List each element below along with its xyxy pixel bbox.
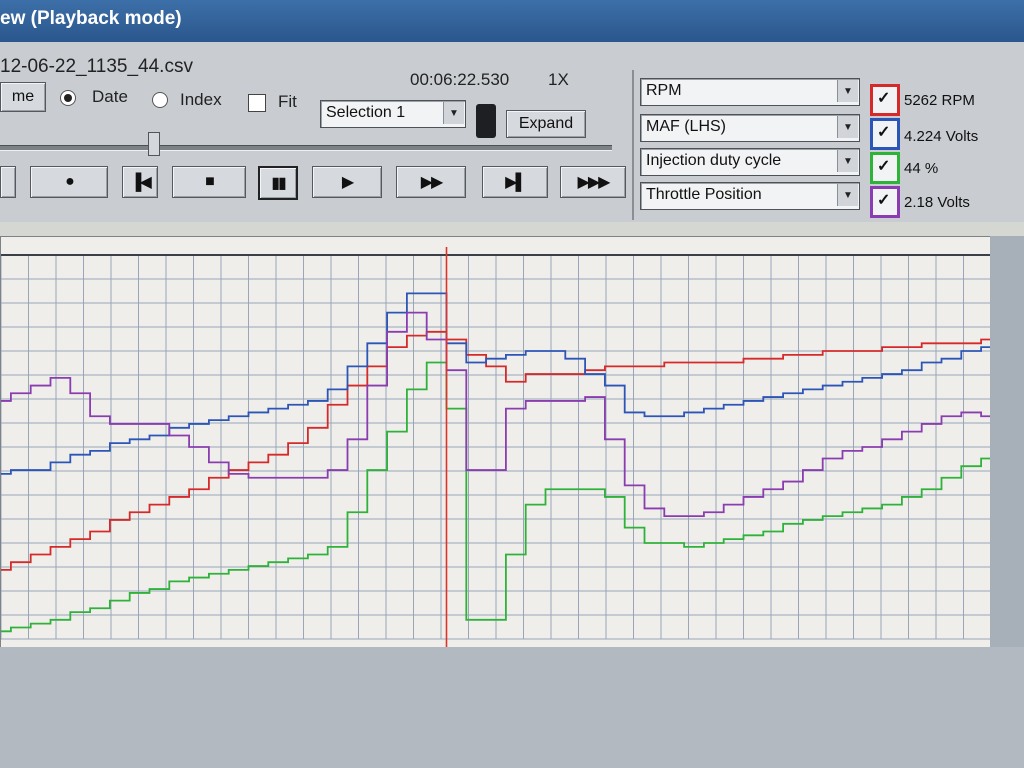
chart-header-band — [0, 222, 1024, 236]
channel-1-param: RPM — [646, 82, 682, 99]
playback-toolbar: 12-06-22_1135_44.csv 00:06:22.530 1X me … — [0, 42, 1024, 224]
fastest-forward-icon: ▶▶▶ — [577, 174, 611, 191]
chevron-down-icon: ▼ — [837, 80, 858, 102]
date-radio[interactable] — [60, 90, 76, 106]
check-icon: ✓ — [877, 158, 891, 175]
time-button-label: me — [11, 88, 35, 105]
title-bar: ew (Playback mode) — [0, 0, 1024, 42]
index-radio-label: Index — [180, 90, 222, 109]
stop-button[interactable]: ■ — [172, 166, 246, 198]
selection-value: Selection 1 — [326, 104, 406, 121]
file-name: 12-06-22_1135_44.csv — [0, 56, 193, 77]
check-icon: ✓ — [877, 124, 891, 141]
pause-icon: ▮▮ — [271, 175, 287, 192]
playback-speed: 1X — [548, 70, 569, 89]
status-area — [0, 647, 1024, 768]
timeline-slider-track[interactable] — [0, 145, 612, 151]
fast-forward-button[interactable]: ▶▶ — [396, 166, 466, 198]
date-radio-label: Date — [92, 87, 128, 106]
channel-3-checkbox[interactable]: ✓ — [870, 152, 900, 184]
step-back-button[interactable]: ▐◀ — [122, 166, 158, 198]
stop-icon: ■ — [205, 173, 215, 190]
fit-checkbox[interactable] — [248, 94, 266, 112]
check-icon: ✓ — [877, 90, 891, 107]
check-icon: ✓ — [877, 192, 891, 209]
chart-area[interactable] — [0, 236, 992, 648]
fit-label: Fit — [278, 92, 297, 111]
chart-grid — [0, 254, 992, 640]
window-title: ew (Playback mode) — [0, 8, 182, 29]
channel-1-param-dropdown[interactable]: RPM ▼ — [640, 78, 860, 106]
channel-4-readout: 2.18 Volts — [904, 194, 970, 211]
window-edge — [990, 236, 1024, 656]
color-swatch[interactable] — [476, 104, 496, 138]
divider — [632, 70, 634, 220]
playback-timecode: 00:06:22.530 — [410, 70, 510, 89]
expand-button-label: Expand — [518, 115, 574, 132]
play-icon: ▶ — [341, 174, 354, 191]
channel-4-checkbox[interactable]: ✓ — [870, 186, 900, 218]
channel-2-param: MAF (LHS) — [646, 118, 726, 135]
play-button[interactable]: ▶ — [312, 166, 382, 198]
channel-3-param: Injection duty cycle — [646, 152, 782, 169]
pause-button[interactable]: ▮▮ — [258, 166, 298, 200]
record-button[interactable]: ● — [30, 166, 108, 198]
channel-3-readout: 44 % — [904, 160, 939, 177]
channel-2-param-dropdown[interactable]: MAF (LHS) ▼ — [640, 114, 860, 142]
step-forward-icon: ▶▌ — [505, 174, 527, 191]
chevron-down-icon: ▼ — [837, 116, 858, 138]
chart-svg[interactable] — [0, 237, 992, 647]
channel-4-param-dropdown[interactable]: Throttle Position ▼ — [640, 182, 860, 210]
channel-2-readout: 4.224 Volts — [904, 128, 979, 145]
channel-1-checkbox[interactable]: ✓ — [870, 84, 900, 116]
expand-button[interactable]: Expand — [506, 110, 586, 138]
record-icon: ● — [65, 173, 75, 190]
channel-1-readout: 5262 RPM — [904, 92, 975, 109]
skip-start-button[interactable] — [0, 166, 16, 198]
fast-forward-icon: ▶▶ — [420, 174, 444, 191]
step-back-icon: ▐◀ — [130, 174, 152, 191]
selection-dropdown[interactable]: Selection 1 ▼ — [320, 100, 466, 128]
index-radio[interactable] — [152, 92, 168, 108]
timeline-slider-thumb[interactable] — [148, 132, 160, 156]
fastest-forward-button[interactable]: ▶▶▶ — [560, 166, 626, 198]
step-forward-button[interactable]: ▶▌ — [482, 166, 548, 198]
channel-3-param-dropdown[interactable]: Injection duty cycle ▼ — [640, 148, 860, 176]
time-button[interactable]: me — [0, 82, 46, 112]
channel-2-checkbox[interactable]: ✓ — [870, 118, 900, 150]
chevron-down-icon: ▼ — [837, 150, 858, 172]
chevron-down-icon: ▼ — [837, 184, 858, 206]
chevron-down-icon: ▼ — [443, 102, 464, 124]
channel-4-param: Throttle Position — [646, 186, 762, 203]
